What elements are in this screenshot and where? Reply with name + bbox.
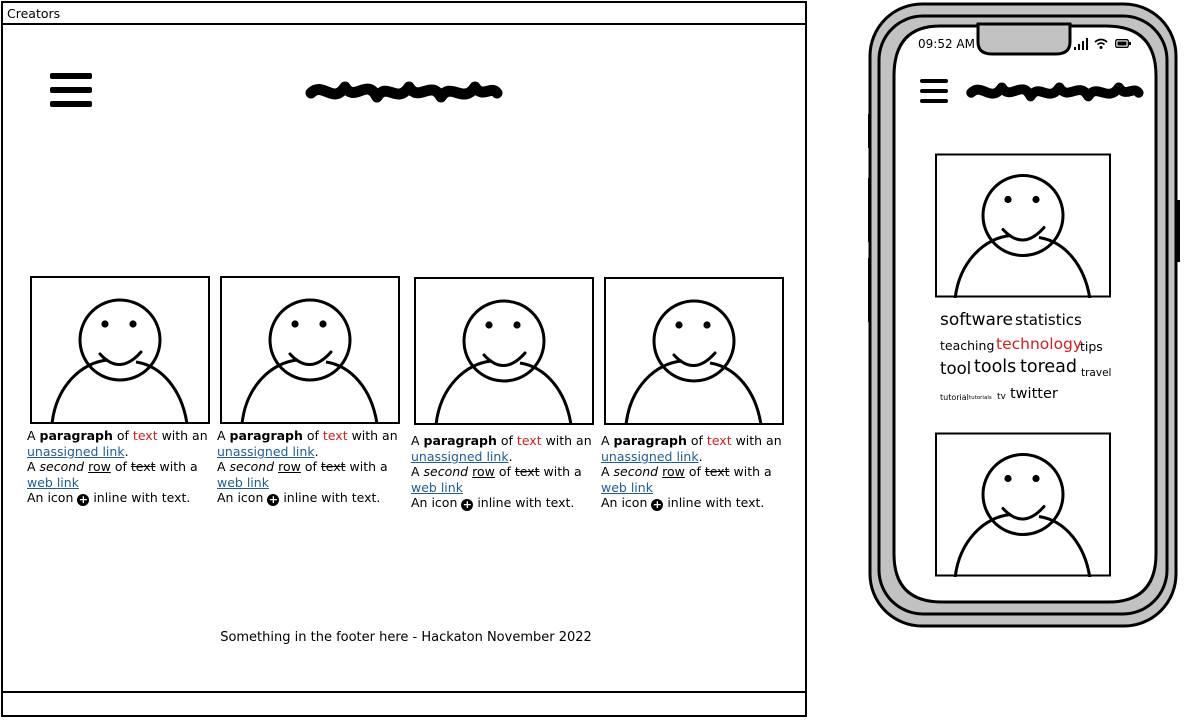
card-text: A paragraph of text with an unassigned l…: [601, 433, 782, 512]
plus-circle-icon: +: [77, 493, 90, 507]
avatar-image: [414, 277, 594, 425]
battery-icon: [1115, 39, 1131, 48]
unassigned-link[interactable]: unassigned link: [601, 449, 699, 464]
logo-scribble: [303, 75, 503, 107]
footer-text: Something in the footer here - Hackaton …: [220, 630, 592, 645]
card-text: A paragraph of text with an unassigned l…: [217, 428, 398, 507]
tag-tools[interactable]: tools: [974, 358, 1016, 377]
avatar-image: [935, 432, 1111, 577]
menu-icon[interactable]: [50, 73, 92, 109]
phone-mockup: 09:52 AM software statistics teaching te…: [868, 2, 1180, 630]
signal-icon: [1074, 38, 1088, 50]
tag-tutorial[interactable]: tutorial: [940, 394, 969, 402]
tag-tv[interactable]: tv: [997, 393, 1006, 402]
avatar-image: [220, 276, 400, 424]
tag-statistics[interactable]: statistics: [1015, 313, 1082, 328]
web-link[interactable]: web link: [601, 480, 653, 495]
tag-teaching[interactable]: teaching: [940, 339, 994, 353]
tag-tutorials[interactable]: tutorials: [969, 395, 992, 402]
unassigned-link[interactable]: unassigned link: [27, 444, 125, 459]
tag-technology[interactable]: technology: [996, 336, 1082, 353]
browser-title: Creators: [3, 3, 805, 25]
card-text: A paragraph of text with an unassigned l…: [411, 433, 592, 512]
web-link[interactable]: web link: [411, 480, 463, 495]
menu-icon[interactable]: [920, 79, 948, 103]
tag-software[interactable]: software: [940, 312, 1013, 329]
browser-status-bar: [3, 691, 805, 715]
avatar-image: [604, 277, 784, 425]
plus-circle-icon: +: [267, 493, 280, 507]
status-time: 09:52 AM: [918, 37, 975, 51]
web-link[interactable]: web link: [27, 475, 79, 490]
plus-circle-icon: +: [461, 498, 474, 512]
tag-cloud: software statistics teaching technology …: [938, 308, 1118, 408]
unassigned-link[interactable]: unassigned link: [411, 449, 509, 464]
browser-window: Creators A paragraph of text with an una…: [1, 1, 807, 717]
card-text: A paragraph of text with an unassigned l…: [27, 428, 208, 507]
tag-tips[interactable]: tips: [1080, 340, 1103, 354]
unassigned-link[interactable]: unassigned link: [217, 444, 315, 459]
plus-circle-icon: +: [651, 498, 664, 512]
avatar-image: [30, 276, 210, 424]
avatar-image: [935, 153, 1111, 298]
tag-travel[interactable]: travel: [1081, 368, 1111, 379]
tag-tool[interactable]: tool: [940, 360, 971, 378]
tag-twitter[interactable]: twitter: [1010, 387, 1058, 402]
wifi-icon: [1094, 38, 1108, 49]
tag-toread[interactable]: toread: [1020, 358, 1077, 377]
logo-scribble: [964, 76, 1144, 106]
web-link[interactable]: web link: [217, 475, 269, 490]
